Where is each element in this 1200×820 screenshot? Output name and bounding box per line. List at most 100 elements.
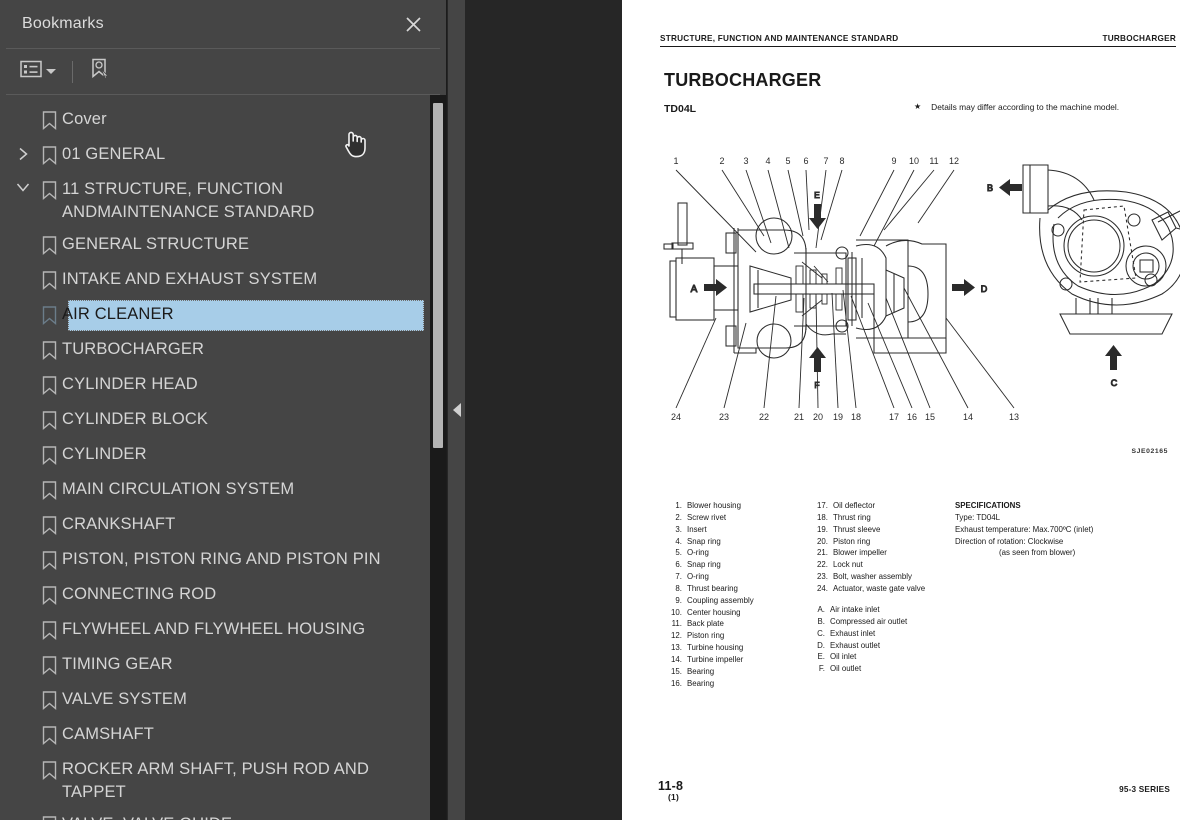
note-text: Details may differ according to the mach… — [931, 102, 1120, 112]
list-options-icon — [20, 60, 42, 83]
chevron-down-icon[interactable] — [10, 178, 36, 193]
figure-callout-number: 17 — [889, 412, 899, 422]
legend-item: C. Exhaust inlet — [816, 628, 907, 640]
legend-item-number: 22. — [817, 560, 828, 570]
flow-label-F: F — [814, 380, 819, 390]
figure-callout-number: 11 — [929, 156, 938, 166]
legend-item: A. Air intake inlet — [816, 604, 907, 616]
legend-item-number: 21. — [817, 548, 828, 558]
specifications-block: SPECIFICATIONS Type: TD04L Exhaust tempe… — [955, 500, 1093, 559]
legend-item: B. Compressed air outlet — [816, 616, 908, 628]
panel-title: Bookmarks — [22, 15, 104, 32]
bookmark-icon — [36, 303, 62, 325]
bookmark-item[interactable]: VALVE SYSTEM — [0, 683, 430, 718]
legend-item-number: C. — [817, 628, 825, 638]
bookmark-item[interactable]: TIMING GEAR — [0, 648, 430, 683]
legend-item-text: Bearing — [687, 666, 715, 676]
legend-item-number: 19. — [817, 524, 828, 534]
bookmarks-scroll-area: Cover 01 GENERAL 11 STRUCTURE, FUNCTION AN… — [0, 95, 446, 820]
legend-item-text: Oil deflector — [833, 501, 876, 510]
bookmark-item[interactable]: 11 STRUCTURE, FUNCTION ANDMAINTENANCE ST… — [0, 173, 430, 228]
series-label: 95-3 SERIES — [1119, 785, 1170, 794]
figure-callout-number: 24 — [671, 412, 681, 422]
figure-callout-number: 1 — [673, 156, 678, 166]
bookmark-item[interactable]: VALVE, VALVE GUIDE — [0, 808, 430, 820]
legend-item: E. Oil inlet — [816, 651, 907, 663]
panel-collapse-handle[interactable] — [448, 0, 465, 820]
bookmarks-toolbar — [6, 49, 440, 95]
bookmark-item[interactable]: INTAKE AND EXHAUST SYSTEM — [0, 263, 430, 298]
bookmark-item[interactable]: MAIN CIRCULATION SYSTEM — [0, 473, 430, 508]
list-options-button[interactable] — [16, 56, 60, 87]
legend-letter-list: A. Air intake inlet B. Compressed air outle… — [816, 604, 907, 675]
bookmark-item[interactable]: Cover — [0, 103, 430, 138]
legend-item-text: Blower housing — [687, 501, 741, 510]
bookmark-icon — [36, 373, 62, 395]
pdf-reader-window: Bookmarks Cover 01 GENERAL 11 STRUCTURE,… — [0, 0, 1200, 820]
legend-item-text: Insert — [687, 524, 707, 534]
bookmark-label: GENERAL STRUCTURE — [62, 235, 250, 253]
page-number-sub: (1) — [668, 792, 679, 802]
figure-callout-number: 6 — [803, 156, 808, 166]
toolbar-separator — [72, 60, 73, 83]
legend-item-number: 12. — [671, 631, 682, 641]
legend-item-number: 15. — [671, 666, 682, 676]
legend-item: 13. Turbine housing — [670, 642, 754, 654]
specs-exhaust-temp: Exhaust temperature: Max.700ºC (inlet) — [955, 524, 1094, 534]
legend-item-text: Bearing — [687, 678, 715, 688]
bookmark-label: VALVE SYSTEM — [62, 690, 187, 708]
legend-item: 24. Actuator, waste gate valve — [816, 583, 925, 595]
bookmark-item[interactable]: ROCKER ARM SHAFT, PUSH ROD AND TAPPET — [0, 753, 430, 808]
bookmark-icon — [36, 653, 62, 675]
bookmark-item[interactable]: 01 GENERAL — [0, 138, 430, 173]
bookmarks-scrollbar[interactable] — [430, 95, 446, 820]
bookmark-item[interactable]: GENERAL STRUCTURE — [0, 228, 430, 263]
chevron-left-icon — [452, 403, 461, 417]
bookmark-icon — [36, 618, 62, 640]
figure-callout-number: 10 — [909, 156, 919, 166]
specs-rotation-note: (as seen from blower) — [999, 548, 1076, 558]
bookmark-item[interactable]: CYLINDER — [0, 438, 430, 473]
legend-item-text: Lock nut — [833, 560, 863, 570]
bookmark-item[interactable]: FLYWHEEL AND FLYWHEEL HOUSING — [0, 613, 430, 648]
legend-item: F. Oil outlet — [816, 663, 907, 675]
bookmark-item[interactable]: CAMSHAFT — [0, 718, 430, 753]
legend-item-number: 8. — [675, 583, 682, 593]
legend-item-number: 4. — [675, 536, 682, 546]
legend-item-text: Thrust sleeve — [833, 524, 881, 534]
chevron-right-icon[interactable] — [10, 143, 36, 161]
close-icon[interactable] — [400, 11, 426, 37]
new-bookmark-button[interactable] — [85, 54, 115, 89]
figure-callout-number: 15 — [925, 412, 935, 422]
legend-item-text: Snap ring — [687, 560, 721, 570]
bookmark-label: CYLINDER HEAD — [62, 375, 198, 393]
bookmark-label: AIR CLEANER — [62, 305, 174, 323]
figure-callout-number: 16 — [907, 412, 917, 422]
bookmark-item[interactable]: CYLINDER HEAD — [0, 368, 430, 403]
page-title: TURBOCHARGER — [664, 70, 822, 90]
bookmark-item[interactable]: CYLINDER BLOCK — [0, 403, 430, 438]
bookmark-label: PISTON, PISTON RING AND PISTON PIN — [62, 550, 381, 568]
legend-item: 20. Piston ring — [816, 536, 925, 548]
bookmark-icon — [36, 178, 62, 200]
bookmark-icon — [36, 758, 62, 780]
legend-item-text: Piston ring — [833, 536, 871, 546]
bookmark-label: FLYWHEEL AND FLYWHEEL HOUSING — [62, 620, 366, 638]
bookmark-item[interactable]: TURBOCHARGER — [0, 333, 430, 368]
legend-item: D. Exhaust outlet — [816, 640, 907, 652]
legend-item: 1. Blower housing — [670, 500, 754, 512]
figure-callout-number: 18 — [851, 412, 861, 422]
bookmark-item[interactable]: PISTON, PISTON RING AND PISTON PIN — [0, 543, 430, 578]
legend-item: 7. O-ring — [670, 571, 754, 583]
bookmark-icon — [36, 233, 62, 255]
bookmark-label: TURBOCHARGER — [62, 340, 205, 358]
scrollbar-thumb[interactable] — [433, 103, 443, 448]
legend-item-text: Bolt, washer assembly — [833, 572, 912, 582]
legend-item-text: Compressed air outlet — [830, 616, 908, 626]
close-glyph — [405, 16, 421, 32]
bookmark-item[interactable]: CRANKSHAFT — [0, 508, 430, 543]
bookmark-item[interactable]: CONNECTING ROD — [0, 578, 430, 613]
legend-item-number: 1. — [675, 501, 682, 510]
bookmark-item[interactable]: AIR CLEANER — [0, 298, 430, 333]
legend-item-number: E. — [817, 652, 825, 662]
